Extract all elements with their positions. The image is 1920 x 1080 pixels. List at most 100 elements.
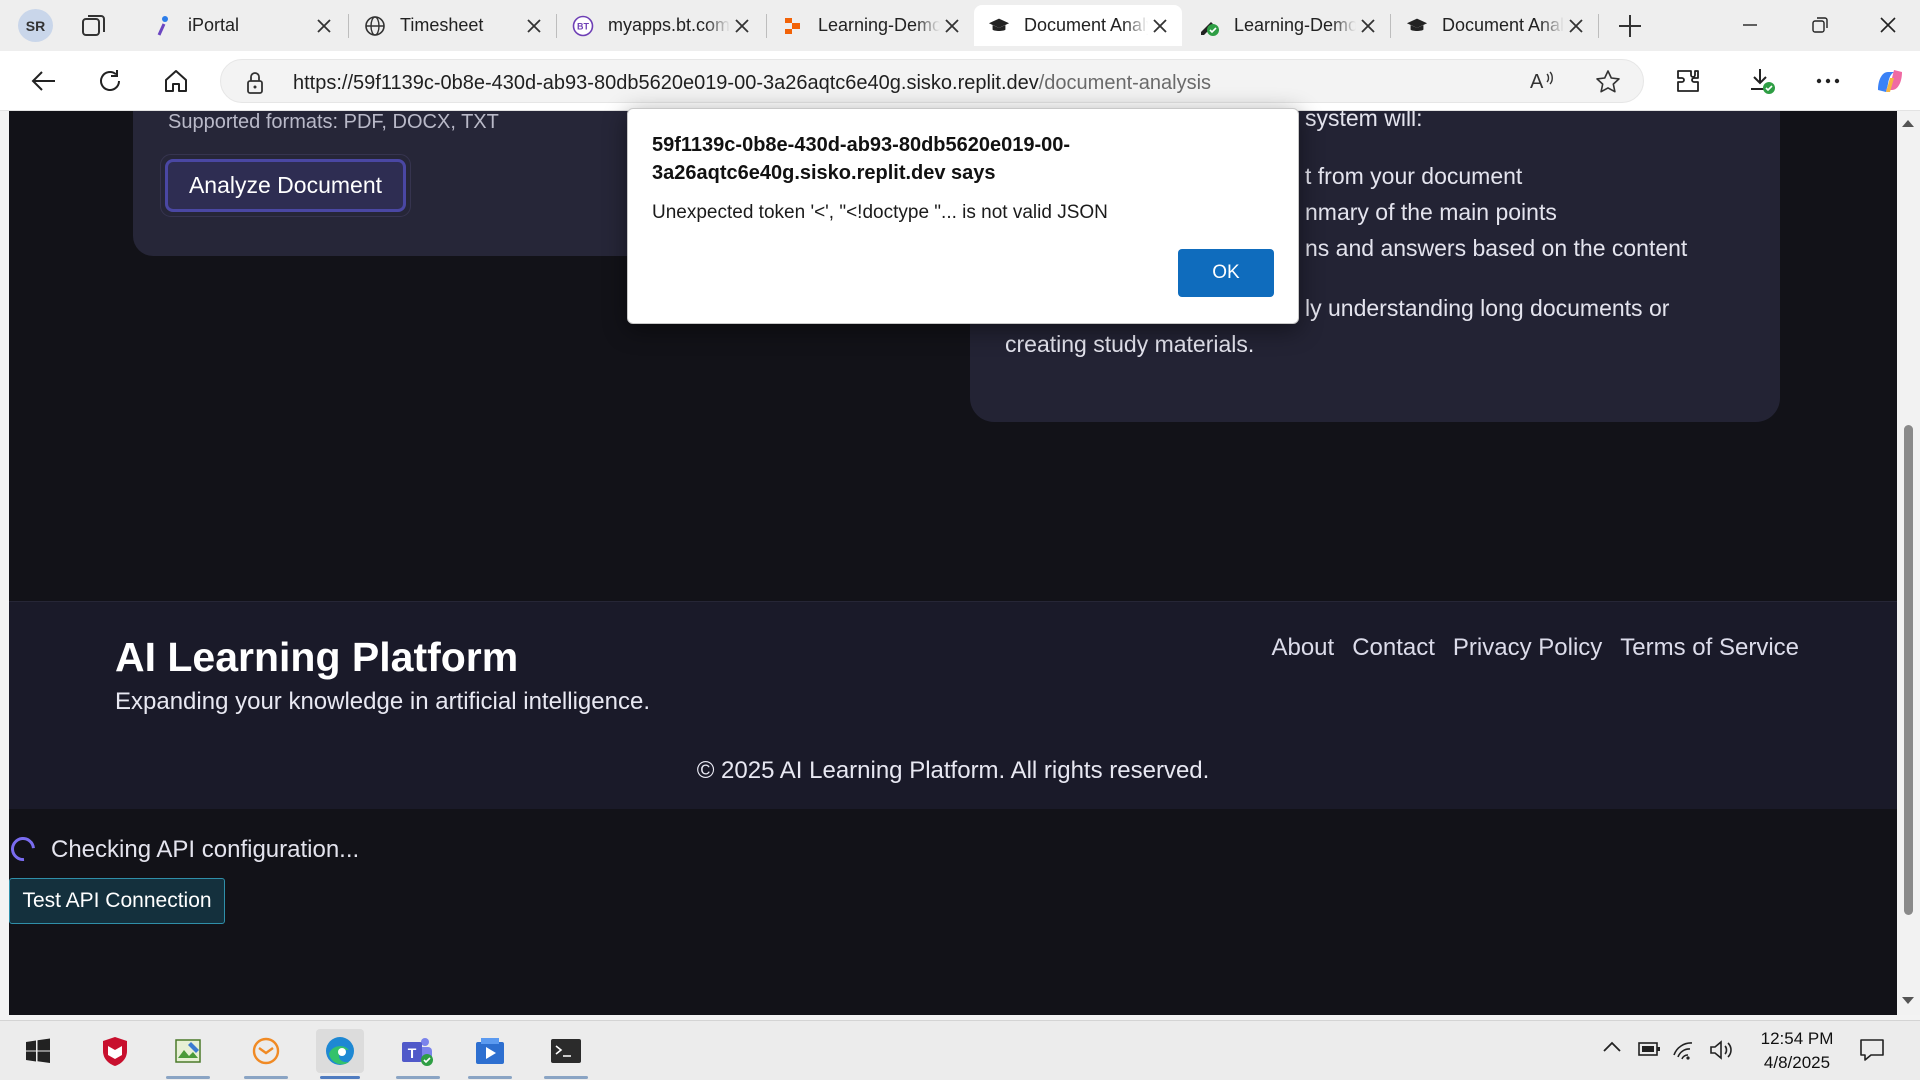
site-footer: AI Learning Platform Expanding your know… [9, 601, 1897, 809]
api-status-text: Checking API configuration... [51, 836, 360, 863]
battery-icon[interactable] [1636, 1039, 1662, 1064]
replit-icon [782, 15, 804, 37]
copyright-text: © 2025 AI Learning Platform. All rights … [696, 757, 1210, 784]
tab-iportal[interactable]: iPortal [138, 5, 346, 46]
footer-link-contact[interactable]: Contact [1352, 634, 1435, 662]
show-hidden-icons-chevron-icon[interactable] [1602, 1039, 1622, 1058]
ok-button[interactable]: OK [1178, 249, 1274, 297]
footer-link-terms-of-service[interactable]: Terms of Service [1620, 634, 1799, 662]
favorite-star-icon[interactable] [1595, 69, 1621, 100]
dialog-origin: 59f1139c-0b8e-430d-ab93-80db5620e019-00-… [652, 134, 1071, 184]
url-text: https://59f1139c-0b8e-430d-ab93-80db5620… [293, 72, 1211, 95]
analyze-document-button[interactable]: Analyze Document [160, 154, 411, 217]
tab-separator [348, 14, 349, 38]
image-editor-icon[interactable] [164, 1029, 212, 1079]
footer-links: About Contact Privacy Policy Terms of Se… [1271, 634, 1799, 662]
url-host: https://59f1139c-0b8e-430d-ab93-80db5620… [293, 72, 1039, 94]
check-edit-icon [1198, 15, 1220, 37]
svg-text:T: T [408, 1045, 417, 1061]
address-bar[interactable]: https://59f1139c-0b8e-430d-ab93-80db5620… [220, 59, 1644, 103]
tab-learning-demo[interactable]: Learning-Demo [768, 5, 974, 46]
info-line: t from your document [1305, 163, 1523, 189]
running-indicator [396, 1076, 440, 1079]
tab-title: Document Analysis [1442, 15, 1564, 35]
scroll-down-arrow-icon[interactable] [1901, 993, 1915, 1011]
volume-icon[interactable] [1708, 1039, 1734, 1066]
navigation-bar: https://59f1139c-0b8e-430d-ab93-80db5620… [0, 51, 1920, 111]
clock-date: 4/8/2025 [1763, 1053, 1831, 1072]
running-indicator [320, 1076, 360, 1079]
globe-icon [364, 15, 386, 37]
tab-document-analysis-active[interactable]: Document Analysis [974, 5, 1182, 46]
close-icon[interactable] [1564, 14, 1588, 38]
tab-timesheet[interactable]: Timesheet [350, 5, 556, 46]
profile-avatar[interactable]: SR [18, 9, 53, 42]
svg-text:BT: BT [577, 21, 589, 31]
more-options-icon[interactable] [1810, 63, 1846, 99]
start-windows-icon[interactable] [14, 1029, 62, 1073]
footer-link-about[interactable]: About [1271, 634, 1334, 662]
page-scrollbar[interactable] [1897, 111, 1920, 1015]
alert-dialog: 59f1139c-0b8e-430d-ab93-80db5620e019-00-… [627, 108, 1299, 324]
bt-icon: BT [572, 15, 594, 37]
site-info-icon[interactable] [245, 71, 265, 100]
scroll-up-arrow-icon[interactable] [1901, 115, 1915, 133]
footer-link-privacy-policy[interactable]: Privacy Policy [1453, 634, 1602, 662]
taskbar: T 12:54 PM 4/8/2025 [0, 1020, 1920, 1080]
tab-separator [556, 14, 557, 38]
running-indicator [244, 1076, 288, 1079]
back-button[interactable] [26, 63, 62, 99]
tab-strip: SR iPortal Timesheet BT myapps.bt.com Le… [0, 0, 1920, 51]
tab-title: Timesheet [400, 15, 484, 35]
taskbar-clock[interactable]: 12:54 PM 4/8/2025 [1752, 1027, 1842, 1075]
footer-tagline: Expanding your knowledge in artificial i… [115, 688, 650, 715]
url-path: /document-analysis [1038, 72, 1212, 94]
tab-myapps[interactable]: BT myapps.bt.com [558, 5, 764, 46]
close-icon[interactable] [730, 14, 754, 38]
home-button[interactable] [158, 63, 194, 99]
edge-browser-icon[interactable] [316, 1029, 364, 1079]
tab-document-analysis-2[interactable]: Document Analysis [1392, 5, 1598, 46]
new-tab-button[interactable] [1616, 12, 1644, 40]
restore-button[interactable] [1800, 8, 1840, 42]
test-api-connection-button[interactable]: Test API Connection [9, 878, 225, 924]
tab-separator [1390, 14, 1391, 38]
dialog-message: Unexpected token '<', "<!doctype "... is… [652, 202, 1108, 223]
graduation-cap-icon [988, 15, 1010, 37]
wifi-icon[interactable] [1672, 1039, 1698, 1066]
copilot-icon[interactable] [1872, 63, 1908, 99]
tab-title: Learning-Demo [1234, 15, 1356, 35]
iportal-icon [152, 15, 174, 37]
scroll-thumb[interactable] [1904, 425, 1913, 915]
mcafee-shield-icon[interactable] [91, 1029, 139, 1073]
tab-learning-demo-2[interactable]: Learning-Demo [1184, 5, 1390, 46]
minimize-button[interactable] [1730, 8, 1770, 42]
terminal-icon[interactable] [542, 1029, 590, 1079]
close-icon[interactable] [940, 14, 964, 38]
tab-title: Document Analysis [1024, 15, 1148, 35]
clock-time: 12:54 PM [1760, 1029, 1834, 1048]
close-icon[interactable] [522, 14, 546, 38]
notification-center-icon[interactable] [1858, 1037, 1886, 1068]
svg-text:A: A [1530, 71, 1544, 93]
close-icon[interactable] [1148, 14, 1172, 38]
workspaces-icon[interactable] [80, 12, 110, 40]
tab-title: Learning-Demo [818, 15, 940, 35]
media-player-icon[interactable] [466, 1029, 514, 1079]
window-close-button[interactable] [1868, 8, 1908, 42]
downloads-icon[interactable] [1744, 63, 1780, 99]
extensions-icon[interactable] [1670, 63, 1706, 99]
tab-separator [1598, 14, 1599, 38]
running-indicator [166, 1076, 210, 1079]
api-status-area: Checking API configuration... Test API C… [9, 809, 1897, 1015]
teams-icon[interactable]: T [394, 1029, 442, 1079]
close-icon[interactable] [1356, 14, 1380, 38]
footer-title: AI Learning Platform [115, 634, 519, 680]
info-line: ns and answers based on the content [1305, 235, 1688, 261]
running-indicator [544, 1076, 588, 1079]
close-icon[interactable] [312, 14, 336, 38]
refresh-button[interactable] [92, 63, 128, 99]
read-aloud-icon[interactable]: A [1529, 69, 1555, 98]
info-line: nmary of the main points [1305, 199, 1557, 225]
mail-app-icon[interactable] [242, 1029, 290, 1079]
